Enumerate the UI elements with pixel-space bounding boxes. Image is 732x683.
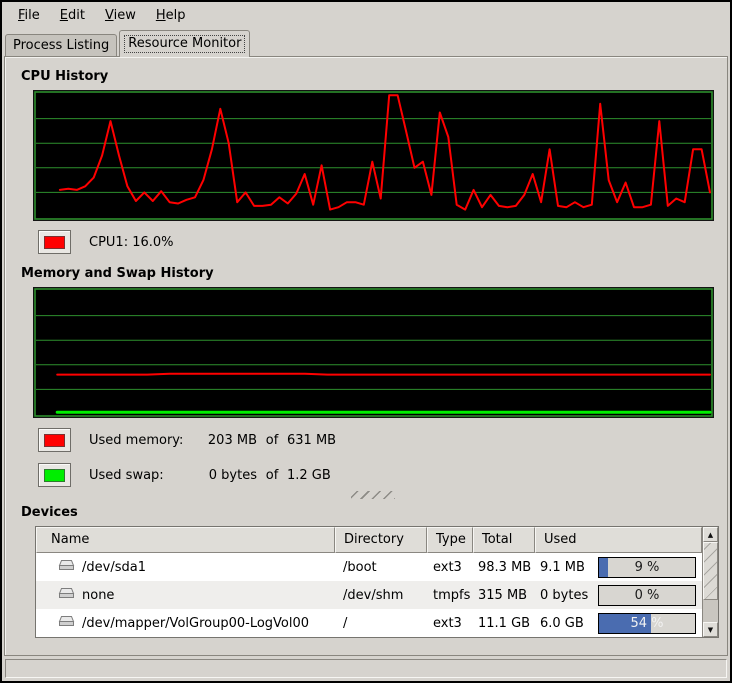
used-swap-color-swatch xyxy=(38,463,71,487)
menu-edit[interactable]: Edit xyxy=(50,5,95,26)
cpu-history-graph xyxy=(33,90,714,221)
used-memory-color-swatch xyxy=(38,428,71,452)
device-used: 0 bytes xyxy=(540,588,598,603)
resource-monitor-panel: CPU History CPU1: 16.0% Memory and Swap … xyxy=(4,56,728,656)
devices-scrollbar[interactable]: ▲ ▼ xyxy=(702,527,718,637)
devices-table-header: Name Directory Type Total Used xyxy=(36,527,702,553)
status-bar xyxy=(5,659,727,678)
used-progress-bar: 0 % xyxy=(598,585,696,606)
used-memory-legend: Used memory: 203 MB of 631 MB xyxy=(38,428,727,452)
scrollbar-thumb[interactable] xyxy=(703,542,718,600)
pane-resize-grip[interactable] xyxy=(351,491,395,499)
scrollbar-trough[interactable] xyxy=(703,600,718,622)
devices-table: Name Directory Type Total Used /dev/sda1… xyxy=(35,526,719,638)
cpu1-color-fill xyxy=(44,236,65,249)
used-swap-of: of xyxy=(257,468,287,483)
disk-icon xyxy=(58,559,75,576)
device-directory: / xyxy=(335,616,427,631)
table-row[interactable]: none /dev/shm tmpfs 315 MB 0 bytes 0 % xyxy=(36,581,702,609)
device-name: none xyxy=(82,588,114,603)
device-directory: /boot xyxy=(335,560,427,575)
device-total: 98.3 MB xyxy=(473,560,535,575)
menu-file[interactable]: File xyxy=(8,5,50,26)
disk-icon xyxy=(58,615,75,632)
cpu-history-title: CPU History xyxy=(21,69,727,84)
device-type: ext3 xyxy=(427,616,473,631)
notebook-tabs: Process Listing Resource Monitor xyxy=(2,28,730,56)
used-progress-label: 9 % xyxy=(599,558,695,577)
used-memory-of: of xyxy=(257,433,287,448)
disk-icon xyxy=(58,587,75,604)
total-swap-value: 1.2 GB xyxy=(287,468,331,483)
memory-history-title: Memory and Swap History xyxy=(21,266,727,281)
used-swap-color-fill xyxy=(44,469,65,482)
used-memory-label: Used memory: xyxy=(89,433,195,448)
device-name: /dev/mapper/VolGroup00-LogVol00 xyxy=(82,616,309,631)
used-progress-label: 54 % xyxy=(599,614,695,633)
device-name: /dev/sda1 xyxy=(82,560,146,575)
column-header-type[interactable]: Type xyxy=(427,527,473,553)
scroll-up-icon[interactable]: ▲ xyxy=(703,527,718,542)
devices-title: Devices xyxy=(21,505,727,520)
device-type: ext3 xyxy=(427,560,473,575)
cpu-legend: CPU1: 16.0% xyxy=(38,230,727,254)
used-memory-value: 203 MB xyxy=(195,433,257,448)
tab-resource-monitor[interactable]: Resource Monitor xyxy=(119,30,250,57)
column-header-name[interactable]: Name xyxy=(36,527,335,553)
menu-bar: File Edit View Help xyxy=(2,2,730,28)
used-memory-color-fill xyxy=(44,434,65,447)
cpu1-color-swatch xyxy=(38,230,71,254)
device-total: 315 MB xyxy=(473,588,535,603)
table-row[interactable]: /dev/sda1 /boot ext3 98.3 MB 9.1 MB 9 % xyxy=(36,553,702,581)
device-type: tmpfs xyxy=(427,588,473,603)
used-swap-label: Used swap: xyxy=(89,468,195,483)
scroll-down-icon[interactable]: ▼ xyxy=(703,622,718,637)
device-directory: /dev/shm xyxy=(335,588,427,603)
system-monitor-window: File Edit View Help Process Listing Reso… xyxy=(0,0,732,683)
column-header-total[interactable]: Total xyxy=(473,527,535,553)
used-progress-bar: 9 % xyxy=(598,557,696,578)
device-used: 9.1 MB xyxy=(540,560,598,575)
used-swap-legend: Used swap: 0 bytes of 1.2 GB xyxy=(38,463,727,487)
used-progress-label: 0 % xyxy=(599,586,695,605)
cpu1-legend-label: CPU1: 16.0% xyxy=(89,235,174,250)
menu-help[interactable]: Help xyxy=(146,5,196,26)
memory-swap-graph xyxy=(33,287,714,418)
column-header-directory[interactable]: Directory xyxy=(335,527,427,553)
device-used: 6.0 GB xyxy=(540,616,598,631)
used-progress-bar: 54 % xyxy=(598,613,696,634)
tab-resource-monitor-label: Resource Monitor xyxy=(124,35,245,53)
total-memory-value: 631 MB xyxy=(287,433,336,448)
column-header-used[interactable]: Used xyxy=(535,527,702,553)
table-row[interactable]: /dev/mapper/VolGroup00-LogVol00 / ext3 1… xyxy=(36,609,702,637)
menu-view[interactable]: View xyxy=(95,5,146,26)
tab-process-listing[interactable]: Process Listing xyxy=(5,34,117,56)
device-total: 11.1 GB xyxy=(473,616,535,631)
used-swap-value: 0 bytes xyxy=(195,468,257,483)
